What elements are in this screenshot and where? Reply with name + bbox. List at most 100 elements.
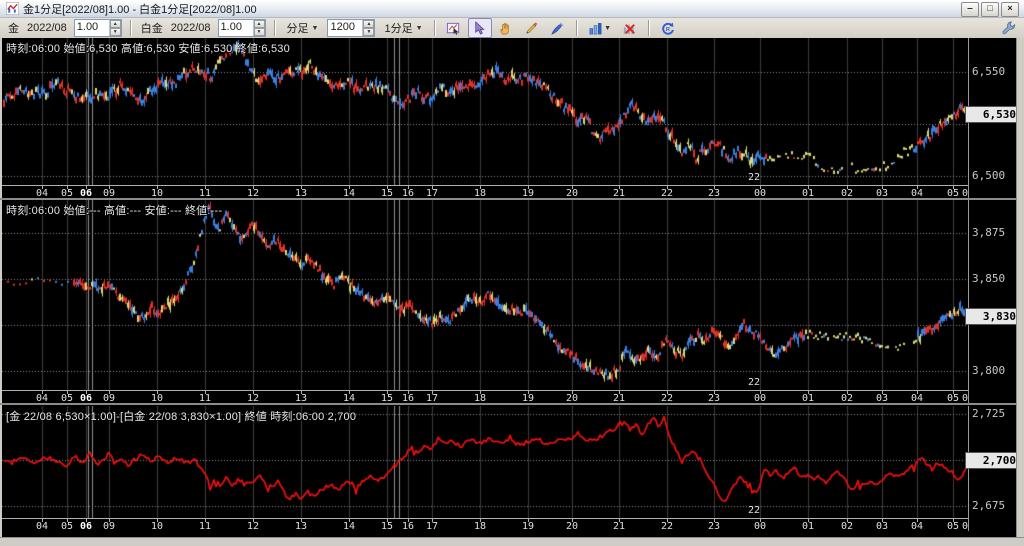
spread-x-axis: 0405060910111213141516171819202122230001… [2, 518, 968, 532]
bar-type-label: 分足 [287, 20, 309, 36]
x-tick-label: 21 [608, 521, 630, 532]
gold-chart-plot[interactable] [2, 38, 968, 185]
window-title: 金1分足[2022/08]1.00 - 白金1分足[2022/08]1.00 [23, 1, 257, 17]
chart-cursor-button[interactable] [442, 18, 466, 38]
x-tick-label: 00 [749, 521, 771, 532]
platinum-ratio-value[interactable]: 1.00 [219, 20, 253, 36]
platinum-ohlc-info: 時刻:06:00 始値:--- 高値:--- 安値:--- 終値:--- [6, 202, 222, 218]
refresh-icon: R [660, 21, 675, 36]
refresh-button[interactable]: R [656, 18, 680, 38]
x-tick-label: 10 [146, 521, 168, 532]
gold-ratio-value[interactable]: 1.00 [75, 20, 109, 36]
platinum-ratio-arrows[interactable]: ▲▼ [253, 20, 265, 36]
spin-up-icon[interactable]: ▲ [363, 20, 374, 28]
bar-count-value[interactable]: 1200 [328, 20, 362, 36]
x-tick-label: 02 [836, 521, 858, 532]
panel-separator[interactable] [0, 403, 1016, 405]
chart-style-button[interactable]: ▼ [584, 18, 616, 38]
x-tick-label: 22 [656, 521, 678, 532]
window-titlebar[interactable]: 金1分足[2022/08]1.00 - 白金1分足[2022/08]1.00 ‒… [0, 0, 1024, 18]
maximize-button[interactable]: □ [981, 2, 999, 17]
toolbar-separator [274, 20, 276, 36]
spin-up-icon[interactable]: ▲ [254, 20, 265, 28]
x-tick-label: 04 [31, 521, 53, 532]
x-tick-label: 16 [397, 521, 419, 532]
window-right-frame [1016, 38, 1024, 545]
svg-text:R: R [666, 26, 670, 32]
toolbar-separator [648, 20, 650, 36]
x-tick-label: 09 [98, 521, 120, 532]
current-price-tag: 3,830 [965, 308, 1020, 325]
period-dropdown[interactable]: 1分足 ▼ [381, 19, 425, 37]
chart-cursor-icon [446, 21, 461, 36]
pen-line-icon [550, 21, 565, 36]
chevron-down-icon: ▼ [416, 25, 423, 32]
app-chart-icon [6, 2, 19, 15]
close-button[interactable]: × [1001, 2, 1019, 17]
platinum-y-axis: 3,8753,8503,8003,830 [968, 200, 1017, 403]
gold-x-axis: 0405060910111213141516171819202122230001… [2, 185, 968, 199]
gold-contract-month: 2022/08 [27, 22, 67, 34]
settings-wrench-icon[interactable] [1001, 20, 1016, 35]
current-price-tag: 6,530 [965, 106, 1020, 123]
pencil-draw-button[interactable] [520, 18, 544, 38]
bar-type-dropdown[interactable]: 分足 ▼ [284, 19, 322, 37]
bar-count-spinner[interactable]: 1200 ▲▼ [327, 19, 375, 37]
spin-down-icon[interactable]: ▼ [363, 28, 374, 36]
x-tick-label: 13 [290, 521, 312, 532]
x-tick-label: 01 [797, 521, 819, 532]
gold-y-axis: 6,550 6,500 6,530 [968, 38, 1017, 198]
minimize-button[interactable]: ‒ [961, 2, 979, 17]
gold-ohlc-info: 時刻:06:00 始値:6,530 高値:6,530 安値:6,530 終値:6… [6, 40, 290, 56]
toolbar: 金 2022/08 1.00 ▲▼ 白金 2022/08 1.00 ▲▼ 分足 … [0, 18, 1024, 39]
pen-line-button[interactable] [546, 18, 570, 38]
x-tick-label: 11 [194, 521, 216, 532]
chevron-down-icon: ▼ [604, 25, 611, 32]
delete-indicator-button[interactable] [618, 18, 642, 38]
y-axis-price-label: 2,675 [972, 499, 1005, 512]
platinum-ratio-spinner[interactable]: 1.00 ▲▼ [218, 19, 266, 37]
platinum-chart-plot[interactable] [2, 200, 968, 390]
x-tick-label: 19 [517, 521, 539, 532]
gold-symbol-label: 金 [8, 20, 19, 36]
platinum-contract-month: 2022/08 [171, 22, 211, 34]
date-change-label: 22 [748, 172, 760, 183]
gold-ratio-spinner[interactable]: 1.00 ▲▼ [74, 19, 122, 37]
x-tick-label: 14 [338, 521, 360, 532]
x-tick-label: 06 [957, 521, 968, 532]
y-axis-price-label: 6,550 [972, 65, 1005, 78]
delete-indicator-icon [622, 21, 637, 36]
y-axis-price-label: 3,875 [972, 226, 1005, 239]
pencil-draw-icon [524, 21, 539, 36]
platinum-x-axis: 0405060910111213141516171819202122230001… [2, 390, 968, 404]
hand-pan-button[interactable] [494, 18, 518, 38]
x-tick-label: 15 [376, 521, 398, 532]
toolbar-separator [576, 20, 578, 36]
bar-chart-style-icon [588, 21, 603, 36]
date-change-label: 22 [748, 505, 760, 516]
spin-down-icon[interactable]: ▼ [254, 28, 265, 36]
x-tick-label: 20 [561, 521, 583, 532]
date-change-label: 22 [748, 377, 760, 388]
y-axis-price-label: 2,725 [972, 407, 1005, 420]
spin-up-icon[interactable]: ▲ [110, 20, 121, 28]
x-tick-label: 06 [75, 521, 97, 532]
spread-y-axis: 2,725 2,675 2,700 [968, 406, 1017, 531]
y-axis-price-label: 3,850 [972, 272, 1005, 285]
toolbar-separator [434, 20, 436, 36]
x-tick-label: 12 [242, 521, 264, 532]
gold-ratio-arrows[interactable]: ▲▼ [109, 20, 121, 36]
toolbar-separator [130, 20, 132, 36]
select-tool-button[interactable] [468, 18, 492, 38]
x-tick-label: 18 [469, 521, 491, 532]
chevron-down-icon: ▼ [312, 25, 319, 32]
select-arrow-icon [472, 21, 487, 36]
current-price-tag: 2,700 [965, 452, 1020, 469]
period-label: 1分足 [384, 20, 412, 36]
x-tick-label: 17 [421, 521, 443, 532]
y-axis-price-label: 6,500 [972, 169, 1005, 182]
spin-down-icon[interactable]: ▼ [110, 28, 121, 36]
platinum-symbol-label: 白金 [141, 20, 163, 36]
x-tick-label: 23 [703, 521, 725, 532]
bar-count-arrows[interactable]: ▲▼ [362, 20, 374, 36]
